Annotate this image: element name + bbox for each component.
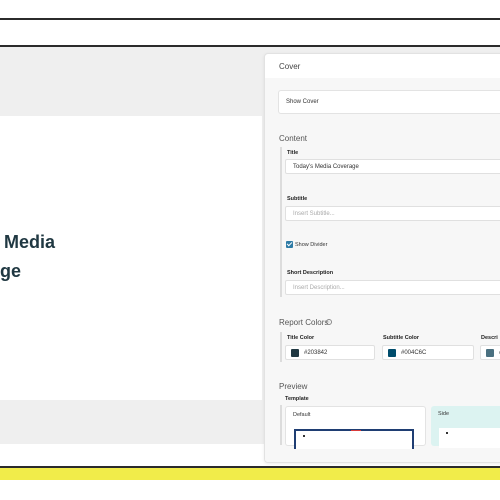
info-icon[interactable]: i: [326, 319, 332, 325]
subtitle-input[interactable]: Insert Subtitle...: [285, 206, 500, 221]
title-color-swatch: [291, 349, 299, 357]
title-label: Title: [287, 150, 299, 156]
show-divider-checkbox[interactable]: [286, 241, 293, 248]
subtitle-placeholder: Insert Subtitle...: [293, 211, 335, 217]
template-side-label: Side: [438, 411, 450, 417]
show-cover-toggle[interactable]: Show Cover: [278, 90, 500, 114]
description-color-swatch: [486, 349, 494, 357]
cover-settings-panel: Cover Show Cover Content Title Today's M…: [264, 53, 500, 463]
template-label: Template: [285, 396, 309, 402]
subtitle-color-label: Subtitle Color: [383, 335, 420, 341]
subtitle-label: Subtitle: [287, 196, 308, 202]
screen: Media ge Cover Show Cover Content Title …: [0, 0, 500, 500]
subtitle-color-input[interactable]: #004C6C: [382, 345, 474, 360]
cover-title-line-1: Media: [4, 232, 56, 252]
panel-title: Cover: [279, 62, 301, 71]
title-color-input[interactable]: #203842: [285, 345, 375, 360]
content-group-bar: [280, 147, 282, 297]
subtitle-color-swatch: [388, 349, 396, 357]
description-color-label: Descri: [481, 335, 498, 341]
show-divider-label: Show Divider: [295, 242, 328, 248]
cover-preview-title: Media ge: [0, 228, 55, 286]
colors-group-bar: [280, 332, 282, 362]
template-default-label: Default: [293, 412, 311, 418]
short-description-input[interactable]: Insert Description...: [285, 280, 500, 295]
subtitle-color-value: #004C6C: [401, 350, 427, 356]
template-default-thumbnail: [294, 429, 414, 449]
top-divider: [0, 18, 500, 20]
title-input[interactable]: Today's Media Coverage: [285, 159, 500, 174]
title-input-value: Today's Media Coverage: [293, 164, 359, 170]
show-cover-label: Show Cover: [286, 99, 319, 105]
template-group-bar: [280, 405, 282, 445]
template-default[interactable]: Default: [285, 406, 426, 449]
template-side-thumbnail: [439, 428, 500, 448]
short-description-label: Short Description: [287, 270, 334, 276]
preview-heading: Preview: [279, 382, 308, 391]
content-heading: Content: [279, 134, 308, 143]
title-color-label: Title Color: [287, 335, 315, 341]
cover-title-line-2: ge: [0, 261, 22, 281]
yellow-footer-bar: [0, 468, 500, 480]
short-description-placeholder: Insert Description...: [293, 285, 345, 291]
template-side[interactable]: Side: [431, 406, 500, 448]
report-colors-heading: Report Colors: [279, 318, 329, 327]
description-color-input[interactable]: #: [480, 345, 500, 360]
title-color-value: #203842: [304, 350, 328, 356]
